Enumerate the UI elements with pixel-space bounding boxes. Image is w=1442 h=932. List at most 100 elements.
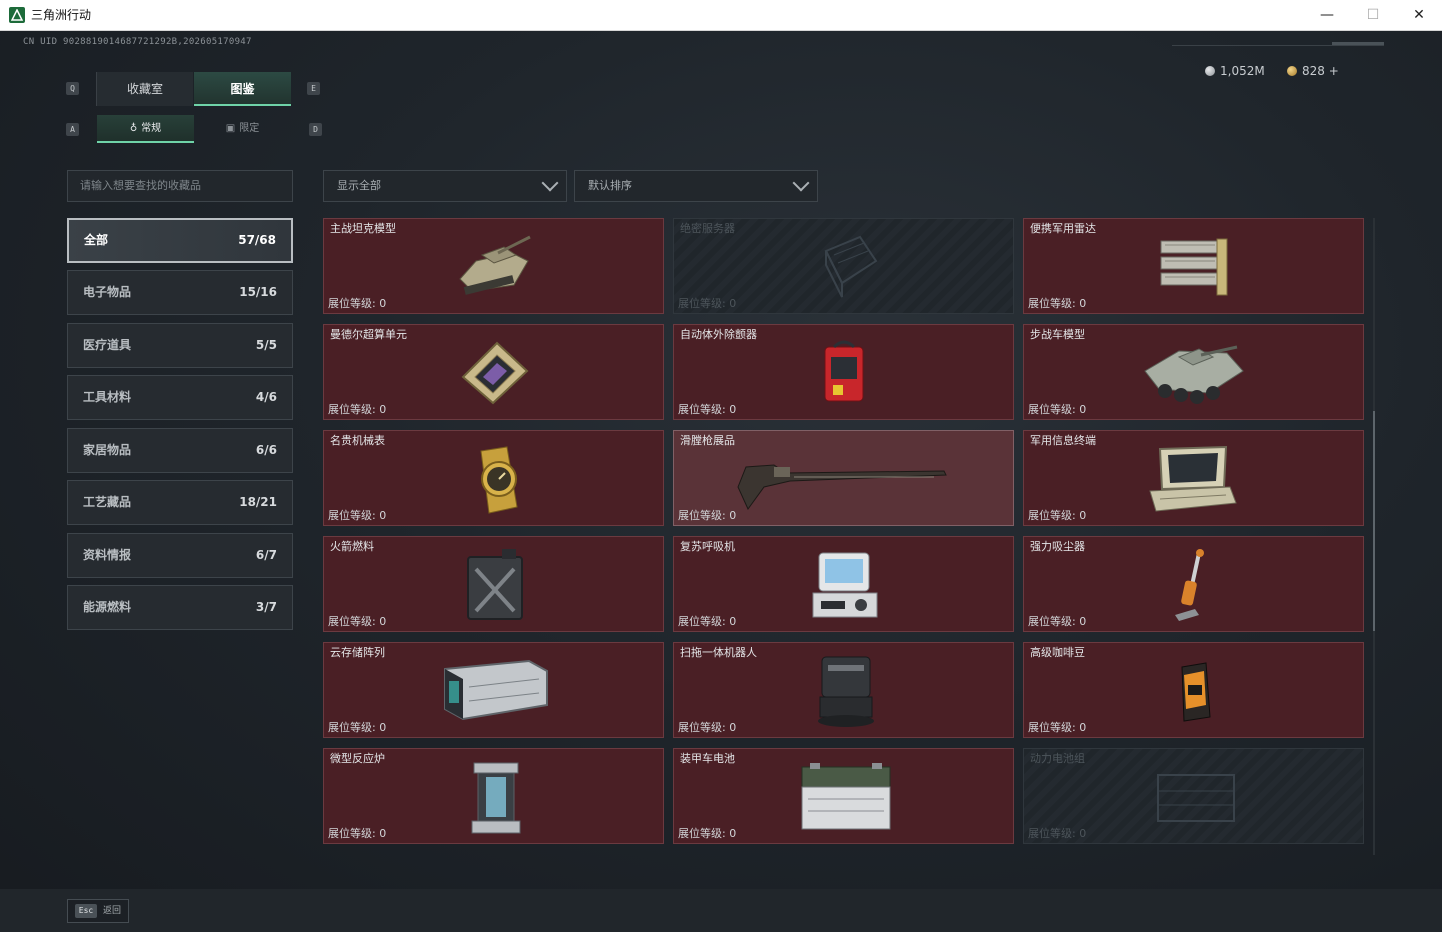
- item-name: 云存储阵列: [330, 646, 385, 659]
- item-name: 名贵机械表: [330, 434, 385, 447]
- key-hint-q: Q: [66, 82, 79, 95]
- collection-card[interactable]: 火箭燃料 展位等级: 0: [323, 536, 664, 632]
- filter-dropdown[interactable]: 显示全部: [323, 170, 567, 202]
- tab-limited[interactable]: ▣ 限定: [194, 115, 291, 143]
- robot-vacuum-icon: [818, 656, 874, 727]
- collection-card[interactable]: 复苏呼吸机 展位等级: 0: [673, 536, 1014, 632]
- category-electronics[interactable]: 电子物品 15/16: [67, 270, 293, 315]
- back-label: 返回: [103, 906, 122, 916]
- item-level: 展位等级: 0: [1028, 721, 1087, 734]
- key-hint-e: E: [307, 82, 320, 95]
- player-uid: CN UID 9028819014687721292B,202605170947: [23, 37, 252, 47]
- header-divider: [1172, 45, 1384, 46]
- item-name: 动力电池组: [1030, 752, 1085, 765]
- collection-card[interactable]: 微型反应炉 展位等级: 0: [323, 748, 664, 844]
- collection-card[interactable]: 扫拖一体机器人 展位等级: 0: [673, 642, 1014, 738]
- item-level: 展位等级: 0: [328, 509, 387, 522]
- item-name: 主战坦克模型: [330, 222, 396, 235]
- category-count: 6/6: [255, 443, 277, 457]
- silver-coin-icon: [1205, 66, 1215, 76]
- close-button[interactable]: ✕: [1396, 0, 1442, 30]
- category-crafts[interactable]: 工艺藏品 18/21: [67, 480, 293, 525]
- category-label: 医疗道具: [83, 338, 132, 352]
- gold-coin-icon: [1287, 66, 1297, 76]
- category-count: 15/16: [239, 285, 277, 299]
- sort-dropdown[interactable]: 默认排序: [574, 170, 818, 202]
- collection-card[interactable]: 步战车模型 展位等级: 0: [1023, 324, 1364, 420]
- item-name: 军用信息终端: [1030, 434, 1096, 447]
- flask-icon: ♁: [129, 123, 138, 134]
- category-tools[interactable]: 工具材料 4/6: [67, 375, 293, 420]
- watch-icon: [480, 446, 518, 514]
- item-level: 展位等级: 0: [678, 827, 737, 840]
- collection-card[interactable]: 便携军用雷达 展位等级: 0: [1023, 218, 1364, 314]
- musket-icon: [737, 464, 947, 510]
- item-level: 展位等级: 0: [1028, 827, 1087, 840]
- category-count: 18/21: [239, 495, 277, 509]
- collection-grid: 主战坦克模型 展位等级: 0 绝密服务器 展位等级: 0 便携军用雷达 展位等级…: [323, 218, 1365, 855]
- item-level: 展位等级: 0: [678, 403, 737, 416]
- window-title: 三角洲行动: [31, 8, 92, 22]
- minimize-button[interactable]: —: [1304, 0, 1350, 30]
- category-count: 3/7: [255, 600, 277, 614]
- category-intel[interactable]: 资料情报 6/7: [67, 533, 293, 578]
- chevron-down-icon: [541, 174, 559, 192]
- collection-card[interactable]: 曼德尔超算单元 展位等级: 0: [323, 324, 664, 420]
- maximize-button[interactable]: ☐: [1350, 0, 1396, 30]
- search-input[interactable]: 请输入想要查找的收藏品: [67, 170, 293, 202]
- item-level: 展位等级: 0: [678, 615, 737, 628]
- tab-regular[interactable]: ♁ 常规: [97, 115, 194, 143]
- category-household[interactable]: 家居物品 6/6: [67, 428, 293, 473]
- silver-currency: 1,052M: [1205, 62, 1265, 80]
- tab-collection-room[interactable]: 收藏室: [96, 72, 193, 106]
- tab-regular-label: 常规: [141, 123, 162, 134]
- category-all[interactable]: 全部 57/68: [67, 218, 293, 263]
- category-energy[interactable]: 能源燃料 3/7: [67, 585, 293, 630]
- category-count: 5/5: [255, 338, 277, 352]
- image-icon: ▣: [225, 123, 236, 134]
- category-medical[interactable]: 医疗道具 5/5: [67, 323, 293, 368]
- category-label: 工艺藏品: [83, 495, 132, 509]
- category-label: 能源燃料: [83, 600, 132, 614]
- item-name: 绝密服务器: [680, 222, 735, 235]
- item-level: 展位等级: 0: [678, 297, 737, 310]
- grid-scrollbar-thumb[interactable]: [1373, 411, 1375, 631]
- battery-icon: [801, 763, 891, 830]
- collection-card[interactable]: 强力吸尘器 展位等级: 0: [1023, 536, 1364, 632]
- collection-card[interactable]: 装甲车电池 展位等级: 0: [673, 748, 1014, 844]
- item-level: 展位等级: 0: [1028, 615, 1087, 628]
- vacuum-icon: [1175, 549, 1204, 621]
- collection-card[interactable]: 军用信息终端 展位等级: 0: [1023, 430, 1364, 526]
- item-level: 展位等级: 0: [1028, 297, 1087, 310]
- item-name: 便携军用雷达: [1030, 222, 1096, 235]
- gold-currency[interactable]: 828 +: [1287, 62, 1339, 80]
- coffee-bag-icon: [1181, 662, 1211, 722]
- item-level: 展位等级: 0: [678, 509, 737, 522]
- silver-amount: 1,052M: [1220, 64, 1265, 78]
- item-level: 展位等级: 0: [328, 721, 387, 734]
- item-name: 火箭燃料: [330, 540, 374, 553]
- item-name: 装甲车电池: [680, 752, 735, 765]
- category-count: 57/68: [238, 233, 276, 247]
- collection-card[interactable]: 名贵机械表 展位等级: 0: [323, 430, 664, 526]
- collection-card[interactable]: 滑膛枪展品 展位等级: 0: [673, 430, 1014, 526]
- back-button[interactable]: Esc 返回: [67, 899, 129, 923]
- collection-card[interactable]: 绝密服务器 展位等级: 0: [673, 218, 1014, 314]
- reactor-icon: [471, 762, 521, 834]
- collection-card[interactable]: 云存储阵列 展位等级: 0: [323, 642, 664, 738]
- tank-icon: [459, 235, 531, 295]
- sort-dropdown-value: 默认排序: [588, 179, 632, 192]
- collection-card[interactable]: 自动体外除颤器 展位等级: 0: [673, 324, 1014, 420]
- collection-card[interactable]: 主战坦克模型 展位等级: 0: [323, 218, 664, 314]
- tab-codex[interactable]: 图鉴: [194, 72, 291, 106]
- category-label: 全部: [84, 233, 109, 247]
- fuel-can-icon: [467, 549, 523, 620]
- item-level: 展位等级: 0: [678, 721, 737, 734]
- tab-limited-label: 限定: [239, 123, 260, 134]
- window-titlebar: 三角洲行动 — ☐ ✕: [0, 0, 1442, 31]
- collection-card[interactable]: 高级咖啡豆 展位等级: 0: [1023, 642, 1364, 738]
- item-name: 复苏呼吸机: [680, 540, 735, 553]
- item-level: 展位等级: 0: [328, 403, 387, 416]
- item-name: 微型反应炉: [330, 752, 385, 765]
- collection-card[interactable]: 动力电池组 展位等级: 0: [1023, 748, 1364, 844]
